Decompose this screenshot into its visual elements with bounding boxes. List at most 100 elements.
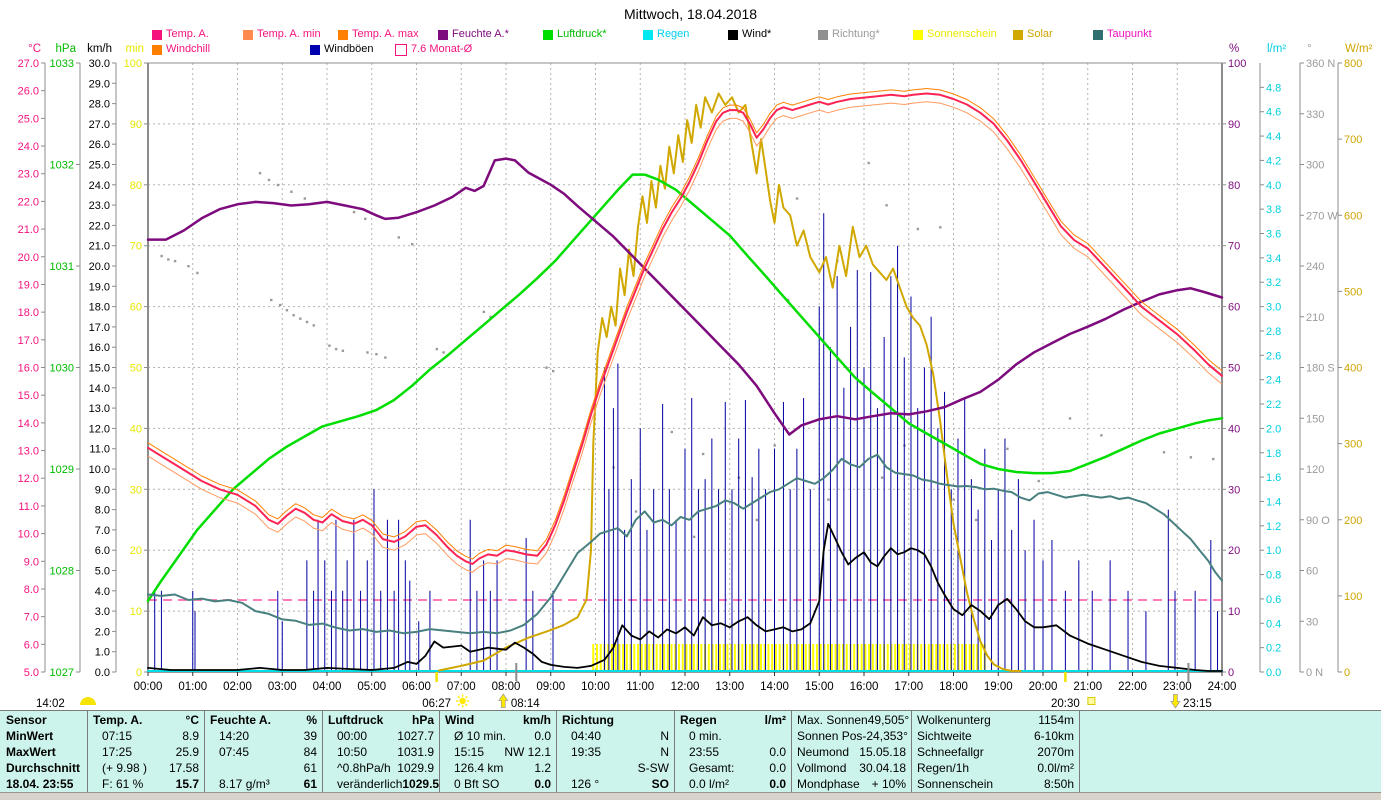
table-cell: 00:00: [337, 729, 368, 743]
svg-text:19.0: 19.0: [18, 279, 39, 291]
table-cell: 126.4 km: [454, 761, 504, 775]
svg-text:150: 150: [1306, 413, 1324, 425]
table-cell: 15.05.18: [859, 745, 906, 759]
svg-text:9.0: 9.0: [24, 556, 39, 568]
svg-text:0: 0: [136, 667, 142, 679]
svg-text:0 N: 0 N: [1306, 667, 1323, 679]
column-regen: Regen l/m² 0 min. 23:55 0.0 Gesamt: 0.0 0.0 l/m…: [675, 711, 792, 793]
table-row: Wind km/h: [445, 712, 551, 728]
svg-text:14:00: 14:00: [760, 681, 789, 693]
svg-text:3.8: 3.8: [1266, 204, 1281, 216]
table-cell: 1031.9: [397, 745, 434, 759]
svg-text:2.2: 2.2: [1266, 399, 1281, 411]
svg-text:25.0: 25.0: [89, 160, 110, 172]
table-row: MaxWert: [5, 744, 82, 760]
svg-text:16.0: 16.0: [89, 342, 110, 354]
axis-min: min 0 10 20 30 40 50 60 70 80 90 100: [124, 43, 149, 679]
svg-text:700: 700: [1344, 134, 1362, 146]
table-row: 19:35 N: [562, 744, 669, 760]
svg-text:28.0: 28.0: [89, 99, 110, 111]
table-cell: Durchschnitt: [6, 761, 81, 775]
svg-text:20:00: 20:00: [1029, 681, 1058, 693]
svg-text:1029: 1029: [50, 464, 74, 476]
svg-text:12.0: 12.0: [18, 473, 39, 485]
svg-text:5.0: 5.0: [95, 566, 110, 578]
table-cell: F: 61 %: [102, 777, 144, 791]
svg-text:60: 60: [1228, 302, 1240, 314]
svg-text:24:00: 24:00: [1208, 681, 1237, 693]
table-cell: l/m²: [764, 713, 786, 727]
table-row: 15:15 NW 12.1: [445, 744, 551, 760]
svg-text:13.0: 13.0: [89, 403, 110, 415]
table-row: ^0.8hPa/h 1029.9: [328, 760, 434, 776]
svg-text:26.0: 26.0: [89, 139, 110, 151]
table-row: Vollmond 30.04.18: [797, 760, 906, 776]
table-cell: 0.0: [534, 729, 551, 743]
table-cell: 19:35: [571, 745, 602, 759]
table-row: Gesamt: 0.0: [680, 760, 786, 776]
svg-text:1.0: 1.0: [1266, 545, 1281, 557]
table-row: S-SW: [562, 760, 669, 776]
svg-text:10: 10: [130, 606, 142, 618]
axis-kmh: km/h 0.0 1.0 2.0 3.0 4.0 5.0 6.0 7.0 8.0 9.0 10.0 11…: [87, 43, 117, 679]
table-row: veränderlich 1029.5: [328, 776, 439, 792]
svg-text:0.0: 0.0: [95, 667, 110, 679]
table-row: 0 Bft SO 0.0: [445, 776, 551, 792]
table-row: 126 ° SO: [562, 776, 669, 792]
svg-text:07:00: 07:00: [447, 681, 476, 693]
svg-text:24.0: 24.0: [89, 180, 110, 192]
table-row: 61: [210, 760, 317, 776]
svg-text:20: 20: [130, 545, 142, 557]
table-cell: Ø 10 min.: [454, 729, 507, 743]
table-row: Regen l/m²: [680, 712, 786, 728]
axis-hpa: hPa 1027 1028 1029 1030 1031 1032 1033: [50, 43, 81, 679]
table-cell: 0.0: [769, 745, 786, 759]
svg-text:10.0: 10.0: [18, 529, 39, 541]
svg-text:20:30: 20:30: [1051, 698, 1080, 710]
svg-text:30: 30: [1228, 484, 1240, 496]
svg-text:300: 300: [1306, 160, 1324, 172]
svg-text:0.6: 0.6: [1266, 594, 1281, 606]
svg-text:0: 0: [1228, 667, 1234, 679]
table-row: Sensor: [5, 712, 82, 728]
column-temp-a-: Temp. A. °C 07:15 8.9 17:25 25.9 (+ 9.98 ) 17.5…: [88, 711, 205, 793]
table-row: Feuchte A.%: [210, 712, 317, 728]
table-cell: hPa: [411, 713, 434, 727]
svg-text:10.0: 10.0: [89, 464, 110, 476]
svg-text:60: 60: [1306, 566, 1318, 578]
table-cell: 23:55: [689, 745, 720, 759]
svg-text:6.0: 6.0: [95, 545, 110, 557]
table-row: (+ 9.98 ) 17.58: [93, 760, 199, 776]
table-cell: 07:45: [219, 745, 250, 759]
svg-text:70: 70: [1228, 241, 1240, 253]
svg-text:0.4: 0.4: [1266, 618, 1281, 630]
table-row: 10:50 1031.9: [328, 744, 434, 760]
table-cell: 0.0: [534, 777, 551, 791]
svg-text:18:00: 18:00: [939, 681, 968, 693]
axis-deg: ° 0 N 30 60 90 O 120 150 180 S 210 240 270 W 300 330…: [1299, 43, 1338, 679]
table-cell: MinWert: [6, 729, 54, 743]
svg-text:12:00: 12:00: [671, 681, 700, 693]
svg-text:11.0: 11.0: [18, 501, 39, 513]
series-sonnenschein: [592, 643, 986, 671]
table-cell: Temp. A.: [93, 713, 143, 727]
table-row: 07:15 8.9: [93, 728, 199, 744]
svg-text:4.6: 4.6: [1266, 107, 1281, 119]
table-cell: Sensor: [6, 713, 47, 727]
table-row: Mondphase + 10%: [797, 776, 906, 792]
svg-text:10:00: 10:00: [581, 681, 610, 693]
table-cell: 1029.5: [402, 777, 440, 791]
table-cell: [210, 760, 219, 776]
table-cell: 61: [303, 761, 317, 775]
svg-text:22:00: 22:00: [1118, 681, 1147, 693]
table-row: 00:00 1027.7: [328, 728, 434, 744]
table-row: Regen/1h 0.0l/m²: [917, 760, 1074, 776]
svg-text:0.2: 0.2: [1266, 643, 1281, 655]
svg-text:90: 90: [1228, 119, 1240, 131]
svg-text:21.0: 21.0: [18, 224, 39, 236]
table-cell: 126 °: [571, 777, 600, 791]
table-cell: + 10%: [871, 777, 906, 791]
svg-text:27.0: 27.0: [89, 119, 110, 131]
axis-temp_c: °C 5.0 6.0 7.0 8.0 9.0 10.0 11.0 12.0 13.0 14.0 15.…: [18, 43, 46, 679]
table-row: Sichtweite 6-10km: [917, 728, 1074, 744]
